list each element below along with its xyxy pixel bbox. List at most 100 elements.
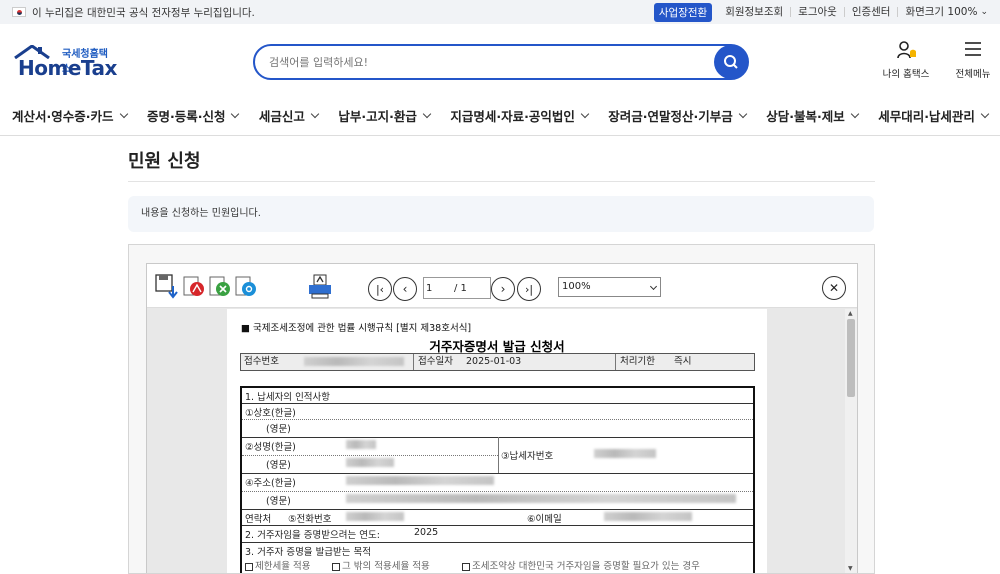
prev-page-button[interactable]: ‹ — [393, 277, 417, 301]
report-viewer: |‹ ‹ 1 / 1 › ›| 100% ✕ ■ 국제조세조정에 관한 법률 시… — [146, 263, 858, 573]
period-value: 즉시 — [674, 356, 692, 367]
nav-label: 지급명세·자료·공익법인 — [450, 109, 575, 124]
logo-text: HomeTax — [18, 56, 117, 80]
chevron-down-icon — [850, 109, 859, 119]
divider — [128, 181, 875, 182]
pdf-icon — [183, 276, 204, 296]
purpose-option-3[interactable]: 조세조약상 대한민국 거주자임을 증명할 필요가 있는 경우 — [462, 558, 700, 572]
pdf-export-button[interactable] — [183, 276, 207, 302]
nav-label: 장려금·연말정산·기부금 — [608, 109, 733, 124]
address-kr-redacted — [346, 475, 494, 486]
business-switch-button[interactable]: 사업장전환 — [653, 2, 713, 22]
nav-label: 납부·고지·환급 — [338, 109, 417, 124]
print-button[interactable] — [307, 274, 333, 304]
save-button[interactable] — [155, 274, 179, 304]
form-reference: ■ 국제조세조정에 관한 법률 시행규칙 [별지 제38호서식] — [241, 323, 472, 334]
close-icon: ✕ — [828, 281, 840, 295]
hometax-logo[interactable]: 국세청홈택스 HomeTax — [12, 42, 117, 84]
period-label: 처리기한 — [620, 356, 655, 367]
name-en-label: (영문) — [266, 460, 291, 471]
nav-item-payment[interactable]: 납부·고지·환급 — [338, 106, 432, 125]
purpose-option-2[interactable]: 그 밖의 적용세율 적용 — [332, 558, 430, 572]
email-label: ⑥이메일 — [527, 514, 562, 525]
receipt-date-label: 접수일자 — [418, 356, 453, 367]
nav-label: 상담·불복·제보 — [766, 109, 845, 124]
hwp-export-button[interactable] — [235, 276, 259, 302]
nav-label: 계산서·영수증·카드 — [12, 109, 114, 124]
search-bar — [253, 44, 749, 80]
certificate-year: 2025 — [414, 527, 439, 538]
document-area[interactable]: ■ 국제조세조정에 관한 법률 시행규칙 [별지 제38호서식] 거주자증명서 … — [147, 309, 857, 573]
section3-heading: 3. 거주자 증명을 발급받는 목적 — [245, 547, 372, 558]
taxpayer-no-redacted — [594, 448, 656, 459]
section1-heading: 1. 납세자의 인적사항 — [245, 392, 331, 403]
chevron-down-icon — [580, 109, 590, 119]
scroll-down-icon[interactable]: ▼ — [848, 565, 853, 572]
address-en-label: (영문) — [266, 496, 291, 507]
name-kr-redacted — [346, 439, 376, 450]
current-page[interactable]: 1 — [424, 283, 454, 294]
search-button[interactable] — [714, 45, 748, 79]
taxpayer-no-label: ③납세자번호 — [501, 451, 554, 462]
next-page-button[interactable]: › — [491, 277, 515, 301]
scroll-up-icon[interactable]: ▲ — [848, 310, 853, 317]
last-page-button[interactable]: ›| — [517, 277, 541, 301]
nav-item-tax-agent[interactable]: 세무대리·납세관리 — [878, 106, 990, 125]
member-info-link[interactable]: 회원정보조회 — [718, 7, 790, 18]
chevron-down-icon — [738, 109, 748, 119]
document-scrollbar[interactable]: ▲ ▼ — [845, 309, 857, 573]
address-kr-label: ④주소(한글) — [245, 478, 296, 489]
cert-center-link[interactable]: 인증센터 — [843, 7, 898, 17]
logout-link[interactable]: 로그아웃 — [790, 7, 844, 17]
nav-label: 세무대리·납세관리 — [878, 109, 975, 124]
trade-name-en-label: (영문) — [266, 424, 291, 435]
save-disk-icon — [155, 274, 178, 299]
page-input[interactable]: 1 / 1 — [423, 277, 491, 299]
zoom-value: 100% — [562, 281, 591, 292]
purpose-option-1[interactable]: 제한세율 적용 — [245, 558, 310, 572]
nav-label: 증명·등록·신청 — [146, 109, 226, 124]
chevron-down-icon — [980, 109, 990, 119]
hwp-icon — [235, 276, 256, 296]
nav-item-invoice[interactable]: 계산서·영수증·카드 — [12, 106, 128, 125]
excel-export-button[interactable] — [209, 276, 233, 302]
chevron-down-icon — [422, 109, 432, 119]
all-menu-button[interactable]: 전체메뉴 — [943, 42, 1000, 80]
viewer-toolbar: |‹ ‹ 1 / 1 › ›| 100% ✕ — [147, 264, 857, 308]
receipt-no-label: 접수번호 — [244, 356, 279, 367]
contact-label: 연락처 — [245, 514, 272, 525]
chevron-down-icon — [310, 109, 320, 119]
nav-item-certificate[interactable]: 증명·등록·신청 — [146, 106, 240, 125]
chevron-right-icon: › — [500, 282, 506, 296]
nav-item-incentives[interactable]: 장려금·연말정산·기부금 — [608, 106, 748, 125]
screen-size-control[interactable]: 화면크기 100% — [897, 7, 984, 17]
my-hometax-button[interactable]: 나의 홈택스 — [876, 41, 936, 80]
receipt-row: 접수번호 접수일자 2025-01-03 처리기한 즉시 — [240, 353, 755, 371]
chevron-left-icon: ‹ — [402, 282, 408, 296]
gov-banner: 이 누리집은 대한민국 공식 전자정부 누리집입니다. 사업장전환 회원정보조회… — [0, 0, 1000, 24]
close-viewer-button[interactable]: ✕ — [822, 276, 846, 300]
nav-item-statements[interactable]: 지급명세·자료·공익법인 — [450, 106, 590, 125]
first-page-icon: |‹ — [375, 282, 385, 296]
nav-item-tax-return[interactable]: 세금신고 — [259, 106, 320, 125]
chevron-down-icon — [119, 109, 128, 119]
excel-icon — [209, 276, 230, 296]
address-en-redacted — [346, 493, 736, 504]
first-page-button[interactable]: |‹ — [368, 277, 392, 301]
site-header: 국세청홈택스 HomeTax 나의 홈택스 전체메뉴 — [0, 24, 1000, 96]
chevron-down-icon[interactable]: ⌄ — [980, 7, 988, 17]
phone-label: ⑤전화번호 — [288, 514, 332, 525]
email-redacted — [604, 511, 692, 522]
main-nav: 계산서·영수증·카드 증명·등록·신청 세금신고 납부·고지·환급 지급명세·자… — [0, 96, 1000, 136]
last-page-icon: ›| — [524, 282, 534, 296]
hamburger-menu-icon — [965, 42, 981, 56]
receipt-date: 2025-01-03 — [466, 356, 522, 367]
nav-item-consulting[interactable]: 상담·불복·제보 — [766, 106, 859, 125]
info-box: 내용을 신청하는 민원입니다. — [128, 196, 874, 232]
chevron-down-icon — [649, 282, 658, 291]
user-bell-icon — [897, 41, 916, 59]
applicant-table: 1. 납세자의 인적사항 ①상호(한글) (영문) ②성명(한글) (영문) ③… — [240, 386, 755, 573]
scroll-thumb[interactable] — [847, 319, 855, 397]
search-input[interactable] — [255, 46, 714, 78]
zoom-select[interactable]: 100% — [558, 277, 661, 297]
